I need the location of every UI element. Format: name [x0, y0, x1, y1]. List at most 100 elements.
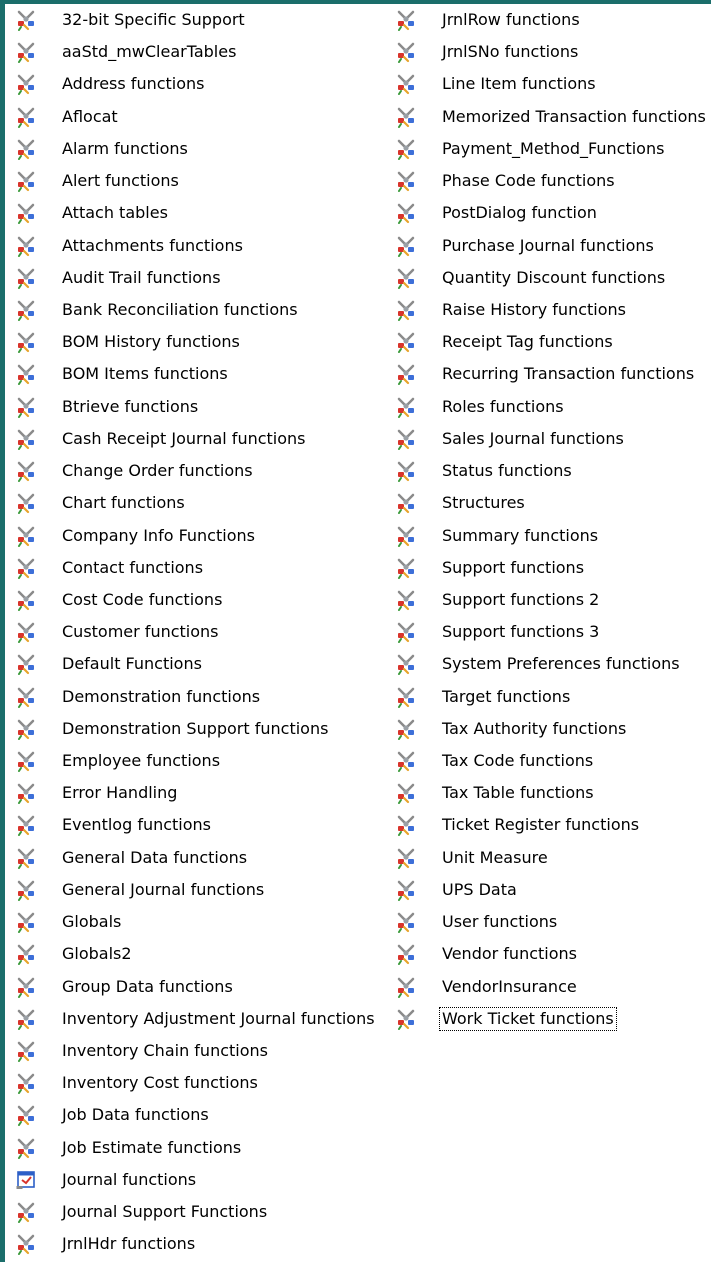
list-item-aflocat[interactable]: Aflocat: [5, 101, 335, 133]
list-item-label: Sales Journal functions: [442, 428, 624, 448]
list-item-address-functions[interactable]: Address functions: [5, 68, 335, 100]
module-icon: [15, 331, 37, 354]
list-item-cash-receipt-journal-functions[interactable]: Cash Receipt Journal functions: [5, 423, 335, 455]
list-item-phase-code-functions[interactable]: Phase Code functions: [385, 165, 705, 197]
list-item-payment-method-functions[interactable]: Payment_Method_Functions: [385, 133, 705, 165]
list-item-general-data-functions[interactable]: General Data functions: [5, 842, 335, 874]
list-item-structures[interactable]: Structures: [385, 487, 705, 519]
list-item-tax-table-functions[interactable]: Tax Table functions: [385, 777, 705, 809]
list-item-inventory-adjustment-journal-functions[interactable]: Inventory Adjustment Journal functions: [5, 1003, 375, 1035]
list-item-contact-functions[interactable]: Contact functions: [5, 552, 335, 584]
list-item-globals2[interactable]: Globals2: [5, 938, 335, 970]
list-item-attachments-functions[interactable]: Attachments functions: [5, 230, 335, 262]
module-icon: [15, 943, 37, 966]
module-icon: [395, 879, 417, 901]
list-item-label: Alert functions: [62, 171, 179, 191]
list-item-label: Support functions: [442, 557, 585, 577]
list-item-audit-trail-functions[interactable]: Audit Trail functions: [5, 262, 335, 294]
list-item-journal-support-functions[interactable]: Journal Support Functions: [5, 1196, 335, 1228]
list-item-inventory-cost-functions[interactable]: Inventory Cost functions: [5, 1067, 335, 1099]
module-list-column-right: JrnlRow functions JrnlSNo functions Line…: [385, 4, 706, 1035]
list-item-inventory-chain-functions[interactable]: Inventory Chain functions: [5, 1035, 335, 1067]
list-item-postdialog-function[interactable]: PostDialog function: [385, 197, 705, 229]
list-item-tax-code-functions[interactable]: Tax Code functions: [385, 745, 705, 777]
list-item-general-journal-functions[interactable]: General Journal functions: [5, 874, 335, 906]
list-item-alarm-functions[interactable]: Alarm functions: [5, 133, 335, 165]
list-item-status-functions[interactable]: Status functions: [385, 455, 705, 487]
list-item-demonstration-functions[interactable]: Demonstration functions: [5, 681, 335, 713]
list-item-memorized-transaction-functions[interactable]: Memorized Transaction functions: [385, 101, 706, 133]
list-item-ups-data[interactable]: UPS Data: [385, 874, 705, 906]
list-item-support-functions-2[interactable]: Support functions 2: [385, 584, 705, 616]
list-item-label: JrnlHdr functions: [62, 1234, 196, 1254]
list-item-attach-tables[interactable]: Attach tables: [5, 197, 335, 229]
list-item-ticket-register-functions[interactable]: Ticket Register functions: [385, 809, 705, 841]
list-item-job-data-functions[interactable]: Job Data functions: [5, 1099, 335, 1131]
list-item-raise-history-functions[interactable]: Raise History functions: [385, 294, 705, 326]
list-item-user-functions[interactable]: User functions: [385, 906, 705, 938]
module-icon: [395, 589, 417, 611]
list-item-summary-functions[interactable]: Summary functions: [385, 520, 705, 552]
list-item-globals[interactable]: Globals: [5, 906, 335, 938]
list-item-receipt-tag-functions[interactable]: Receipt Tag functions: [385, 326, 705, 358]
list-item-journal-functions[interactable]: Journal functions: [5, 1164, 335, 1196]
module-icon: [15, 202, 37, 225]
module-icon: [395, 492, 417, 515]
list-item-cost-code-functions[interactable]: Cost Code functions: [5, 584, 335, 616]
list-item-work-ticket-functions[interactable]: Work Ticket functions: [385, 1003, 705, 1035]
list-item-jrnlhdr-functions[interactable]: JrnlHdr functions: [5, 1228, 335, 1260]
list-item-jrnlrow-functions[interactable]: JrnlRow functions: [385, 4, 705, 36]
module-icon: [15, 1040, 37, 1062]
list-item-job-estimate-functions[interactable]: Job Estimate functions: [5, 1132, 335, 1164]
module-icon: [15, 396, 37, 418]
module-icon: [395, 557, 417, 579]
module-icon: [15, 653, 37, 676]
list-item-alert-functions[interactable]: Alert functions: [5, 165, 335, 197]
list-item-btrieve-functions[interactable]: Btrieve functions: [5, 391, 335, 423]
list-item-bom-history-functions[interactable]: BOM History functions: [5, 326, 335, 358]
list-item-label: Attach tables: [62, 203, 168, 223]
list-item-change-order-functions[interactable]: Change Order functions: [5, 455, 335, 487]
module-icon: [395, 73, 417, 96]
list-item-32-bit-specific-support[interactable]: 32-bit Specific Support: [5, 4, 335, 36]
list-item-bank-reconciliation-functions[interactable]: Bank Reconciliation functions: [5, 294, 335, 326]
list-item-support-functions[interactable]: Support functions: [385, 552, 705, 584]
list-item-label: Change Order functions: [62, 461, 253, 481]
list-item-target-functions[interactable]: Target functions: [385, 681, 705, 713]
list-item-default-functions[interactable]: Default Functions: [5, 648, 335, 680]
module-list-column-left: 32-bit Specific Support aaStd_mwClearTab…: [5, 4, 375, 1261]
list-item-sales-journal-functions[interactable]: Sales Journal functions: [385, 423, 705, 455]
list-item-chart-functions[interactable]: Chart functions: [5, 487, 335, 519]
list-item-eventlog-functions[interactable]: Eventlog functions: [5, 809, 335, 841]
list-item-bom-items-functions[interactable]: BOM Items functions: [5, 358, 335, 390]
module-icon: [15, 976, 37, 998]
list-item-group-data-functions[interactable]: Group Data functions: [5, 971, 335, 1003]
list-item-error-handling[interactable]: Error Handling: [5, 777, 335, 809]
list-item-purchase-journal-functions[interactable]: Purchase Journal functions: [385, 230, 705, 262]
list-item-unit-measure[interactable]: Unit Measure: [385, 842, 705, 874]
list-item-label: BOM Items functions: [62, 364, 228, 384]
module-icon: [15, 589, 37, 611]
list-item-recurring-transaction-functions[interactable]: Recurring Transaction functions: [385, 358, 705, 390]
list-item-employee-functions[interactable]: Employee functions: [5, 745, 335, 777]
list-item-roles-functions[interactable]: Roles functions: [385, 391, 705, 423]
list-item-demonstration-support-functions[interactable]: Demonstration Support functions: [5, 713, 335, 745]
module-icon: [395, 525, 417, 547]
list-item-line-item-functions[interactable]: Line Item functions: [385, 68, 705, 100]
list-item-company-info-functions[interactable]: Company Info Functions: [5, 520, 335, 552]
list-item-aastd-mwcleartables[interactable]: aaStd_mwClearTables: [5, 36, 335, 68]
module-icon: [395, 911, 417, 934]
list-item-tax-authority-functions[interactable]: Tax Authority functions: [385, 713, 705, 745]
list-item-vendor-functions[interactable]: Vendor functions: [385, 938, 705, 970]
list-item-label: Bank Reconciliation functions: [62, 299, 298, 319]
list-item-quantity-discount-functions[interactable]: Quantity Discount functions: [385, 262, 705, 294]
module-icon: [395, 686, 417, 708]
list-item-vendorinsurance[interactable]: VendorInsurance: [385, 971, 705, 1003]
list-item-system-preferences-functions[interactable]: System Preferences functions: [385, 648, 705, 680]
module-icon: [15, 267, 37, 289]
module-icon: [395, 267, 417, 289]
list-item-jrnlsno-functions[interactable]: JrnlSNo functions: [385, 36, 705, 68]
list-item-customer-functions[interactable]: Customer functions: [5, 616, 335, 648]
list-item-label: Work Ticket functions: [439, 1006, 617, 1031]
list-item-support-functions-3[interactable]: Support functions 3: [385, 616, 705, 648]
